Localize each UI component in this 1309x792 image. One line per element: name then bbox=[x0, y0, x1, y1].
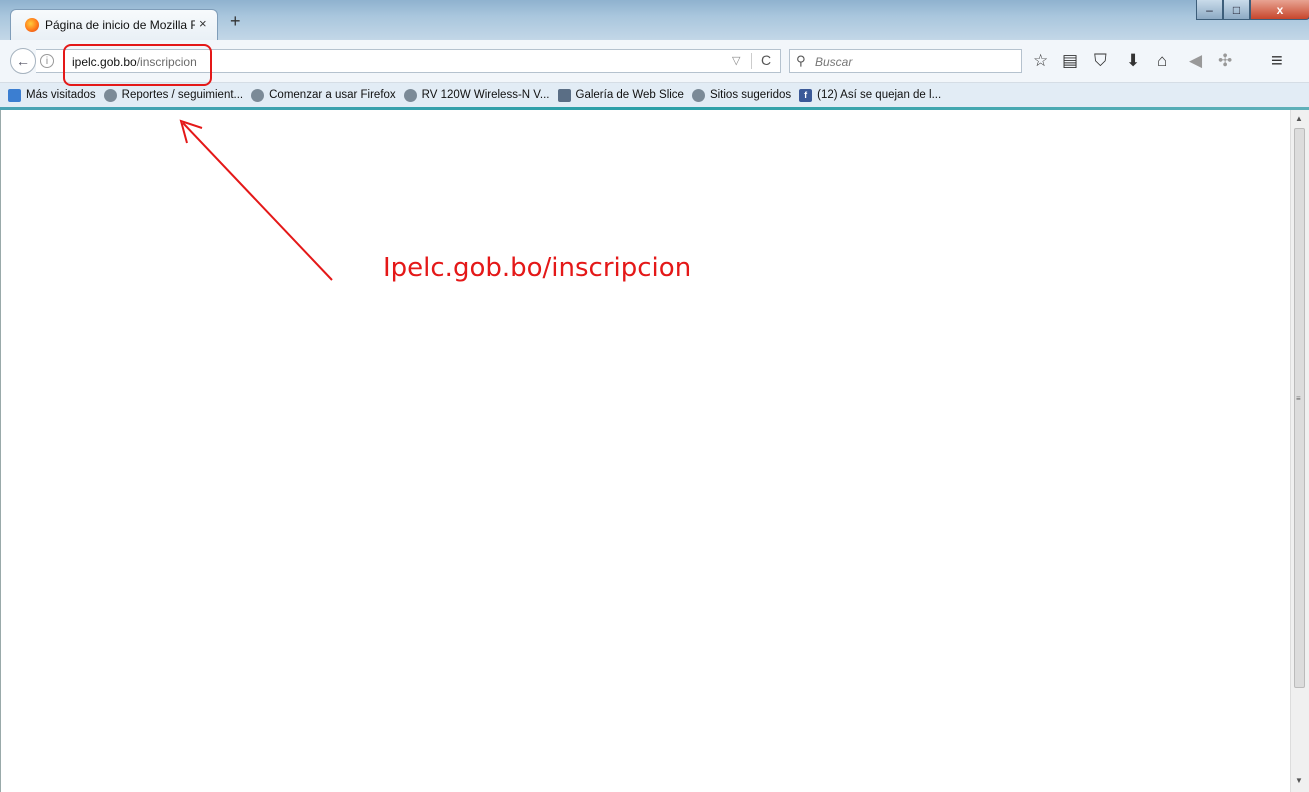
bookmark-web-slice[interactable]: Galería de Web Slice bbox=[557, 88, 684, 102]
most-visited-icon bbox=[8, 88, 21, 102]
pocket-icon[interactable]: ⛉ bbox=[1094, 52, 1107, 70]
bookmark-label: Comenzar a usar Firefox bbox=[269, 89, 396, 101]
scroll-down-icon[interactable]: ▼ bbox=[1295, 776, 1303, 785]
search-icon: ⚲ bbox=[796, 53, 806, 68]
search-input[interactable]: Buscar bbox=[815, 55, 852, 69]
reload-icon[interactable]: C bbox=[761, 52, 771, 68]
bookmark-label: Sitios sugeridos bbox=[709, 89, 792, 101]
bookmark-label: RV 120W Wireless-N V... bbox=[421, 89, 550, 101]
menu-icon[interactable]: ≡ bbox=[1271, 51, 1283, 71]
history-dropdown-icon[interactable]: ▽ bbox=[732, 54, 740, 67]
url-separator bbox=[751, 53, 752, 69]
tab-title: Página de inicio de Mozilla Fi bbox=[45, 18, 195, 32]
bookmark-label: Galería de Web Slice bbox=[575, 89, 684, 101]
scroll-thumb[interactable] bbox=[1294, 128, 1305, 688]
scroll-up-icon[interactable]: ▲ bbox=[1295, 114, 1303, 123]
tab-close-icon[interactable]: × bbox=[199, 16, 207, 31]
bookmark-reportes[interactable]: Reportes / seguimient... bbox=[103, 88, 244, 102]
back-button[interactable]: ← bbox=[10, 48, 36, 74]
vertical-scrollbar[interactable]: ▲ ≡ ▼ bbox=[1290, 110, 1309, 792]
site-info-icon[interactable]: i bbox=[40, 54, 54, 68]
annotation-label: Ipelc.gob.bo/inscripcion bbox=[383, 253, 692, 283]
page-content bbox=[0, 110, 1290, 792]
bookmark-most-visited[interactable]: Más visitados bbox=[8, 88, 96, 102]
webslice-icon bbox=[557, 88, 571, 102]
search-bar[interactable]: ⚲ Buscar bbox=[789, 49, 1022, 73]
bookmark-rv120w[interactable]: RV 120W Wireless-N V... bbox=[403, 88, 550, 102]
firefox-icon bbox=[25, 18, 39, 32]
globe-icon bbox=[251, 88, 265, 102]
bookmark-star-icon[interactable]: ☆ bbox=[1033, 52, 1048, 70]
bookmark-sitios-sugeridos[interactable]: Sitios sugeridos bbox=[691, 88, 792, 102]
scroll-grip-icon: ≡ bbox=[1296, 394, 1301, 403]
bookmark-label: Reportes / seguimient... bbox=[121, 89, 244, 101]
minimize-button[interactable]: – bbox=[1196, 0, 1223, 20]
home-icon[interactable]: ⌂ bbox=[1157, 52, 1167, 70]
globe-icon bbox=[403, 88, 417, 102]
tab-mozilla-home[interactable]: Página de inicio de Mozilla Fi × bbox=[10, 9, 218, 40]
maximize-button[interactable]: □ bbox=[1223, 0, 1250, 20]
new-tab-button[interactable]: + bbox=[230, 12, 241, 30]
share-icon[interactable]: ◀ bbox=[1189, 52, 1202, 70]
bookmark-facebook[interactable]: f (12) Así se quejan de l... bbox=[799, 88, 942, 102]
window-controls: – □ x bbox=[1196, 0, 1309, 22]
bookmarks-toolbar: Más visitados Reportes / seguimient... C… bbox=[0, 83, 1309, 107]
close-window-button[interactable]: x bbox=[1250, 0, 1309, 20]
bookmark-label: Más visitados bbox=[26, 89, 96, 101]
globe-icon bbox=[691, 88, 705, 102]
bookmark-label: (12) Así se quejan de l... bbox=[817, 89, 942, 101]
extensions-icon[interactable]: ✣ bbox=[1218, 52, 1232, 70]
bookmark-comenzar-firefox[interactable]: Comenzar a usar Firefox bbox=[251, 88, 396, 102]
annotation-highlight-box bbox=[63, 44, 212, 86]
facebook-icon: f bbox=[799, 88, 813, 102]
downloads-icon[interactable]: ⬇ bbox=[1126, 52, 1140, 70]
reading-list-icon[interactable]: ▤ bbox=[1062, 52, 1078, 70]
globe-icon bbox=[103, 88, 117, 102]
title-bar: Página de inicio de Mozilla Fi × + – □ x bbox=[0, 0, 1309, 40]
